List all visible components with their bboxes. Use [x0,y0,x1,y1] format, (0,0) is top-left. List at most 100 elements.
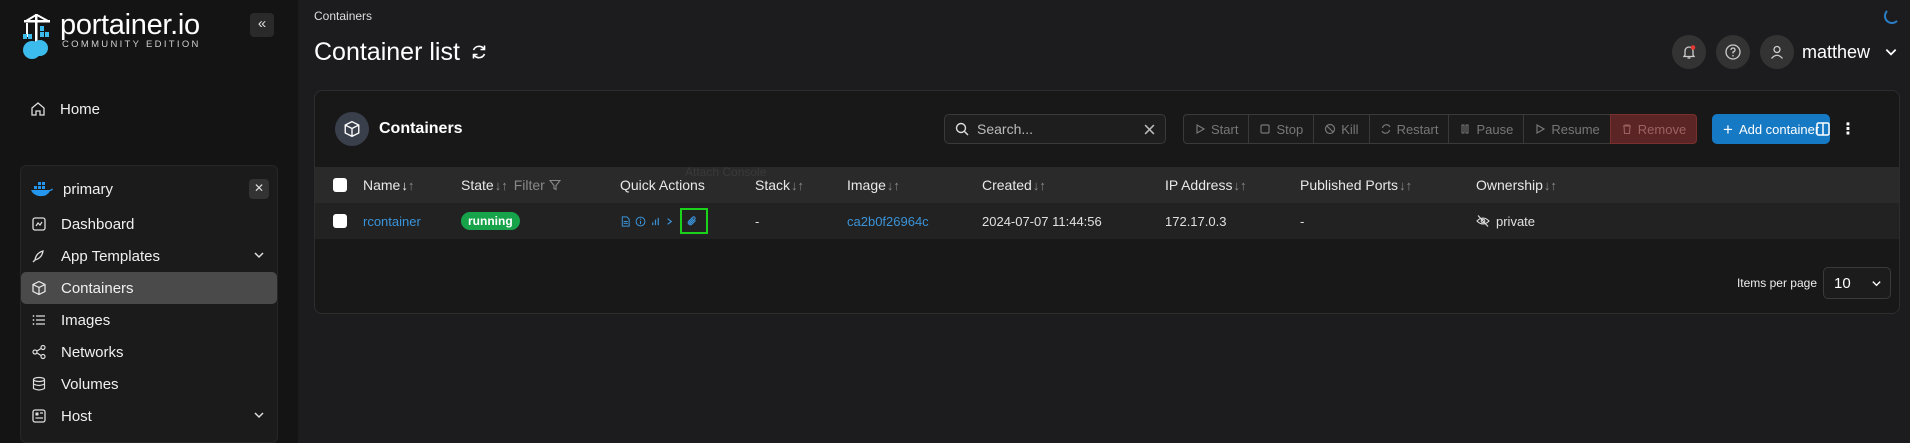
environment-name: primary [63,180,114,198]
help-circle-icon [1725,44,1741,60]
items-per-page-select[interactable]: 10 [1823,267,1891,299]
paperclip-icon [687,216,696,226]
containers-card: Containers Start Stop Kill Restart Pause… [314,90,1900,314]
start-button[interactable]: Start [1183,114,1249,144]
user-name[interactable]: matthew [1802,42,1870,63]
brand-subtitle: COMMUNITY EDITION [62,39,201,50]
container-name-link[interactable]: rcontainer [363,203,421,239]
environment-panel: primary ✕ Dashboard App Templates Contai… [20,165,278,443]
play-icon [1536,123,1546,135]
notifications-button[interactable] [1671,35,1706,69]
search-input[interactable] [977,121,1137,137]
chevron-down-icon[interactable] [1884,45,1898,59]
resume-button[interactable]: Resume [1523,114,1610,144]
logs-icon[interactable] [620,215,631,227]
add-container-button[interactable]: + Add container [1712,114,1831,144]
collapse-sidebar-button[interactable]: « [250,13,274,37]
brand-title: portainer.io [60,9,200,41]
sidebar-item-containers[interactable]: Containers [21,272,277,304]
console-icon[interactable] [665,216,674,227]
environment-header: primary ✕ [21,170,277,208]
more-options-icon[interactable]: ⋮ [1840,119,1856,139]
play-icon [1196,123,1206,135]
sidebar-item-label: Containers [61,279,134,297]
chevron-down-icon [254,252,264,259]
box-icon [32,280,46,296]
restart-button[interactable]: Restart [1368,114,1449,144]
sidebar-item-label: Networks [61,343,124,361]
ownership-cell: private [1476,203,1535,239]
stop-button[interactable]: Stop [1248,114,1314,144]
attach-console-button[interactable] [680,208,708,234]
close-environment-button[interactable]: ✕ [249,179,269,199]
header-image[interactable]: Image ↓↑ [847,167,900,203]
pagination: Items per page 10 [1737,267,1891,299]
loading-spinner-icon [1884,8,1900,24]
share-icon [32,344,46,360]
chevron-down-icon [1872,281,1881,287]
topbar: matthew [1662,35,1898,69]
bulk-actions: Start Stop Kill Restart Pause Resume Rem… [1183,114,1698,144]
sidebar-item-host[interactable]: Host [21,400,277,432]
sidebar-item-home[interactable]: Home [20,93,278,125]
header-state[interactable]: State ↓↑ Filter [461,167,561,203]
status-badge: running [461,212,520,230]
clear-search-icon[interactable] [1144,124,1155,135]
table-row: rcontainer running - ca2b0f26964c 2024-0… [315,203,1899,239]
header-ports[interactable]: Published Ports ↓↑ [1300,167,1412,203]
header-ownership[interactable]: Ownership ↓↑ [1476,167,1557,203]
sidebar-item-label: Images [61,311,111,329]
eye-off-icon [1476,215,1490,227]
image-link[interactable]: ca2b0f26964c [847,203,929,239]
header-name[interactable]: Name ↓↑ [363,167,414,203]
list-icon [32,315,45,325]
ip-cell: 172.17.0.3 [1165,213,1227,229]
tooltip: Attach Console [685,165,767,179]
docker-icon [31,182,53,197]
sidebar-item-dashboard[interactable]: Dashboard [21,208,277,240]
breadcrumb[interactable]: Containers [314,9,1898,23]
page-title: Container list [314,37,460,66]
kill-button[interactable]: Kill [1313,114,1369,144]
remove-button[interactable]: Remove [1609,114,1698,144]
sidebar-item-label: Volumes [61,375,119,393]
pause-icon [1461,124,1469,134]
refresh-icon[interactable] [470,43,488,61]
state-filter[interactable]: Filter [514,177,561,193]
table-header: Name ↓↑ State ↓↑ Filter Quick Actions Stac… [315,167,1899,203]
bell-icon [1682,45,1696,59]
sidebar-item-label: Dashboard [61,215,135,233]
search-box[interactable] [944,114,1166,144]
filter-icon [548,179,561,191]
header-ip[interactable]: IP Address ↓↑ [1165,167,1246,203]
ban-icon [1325,123,1336,135]
info-icon[interactable] [635,216,646,227]
sidebar-item-app-templates[interactable]: App Templates [21,240,277,272]
box-icon [335,112,369,146]
trash-icon [1622,124,1631,135]
select-all-checkbox[interactable] [333,178,347,192]
dashboard-icon [32,217,46,231]
card-header: Containers Start Stop Kill Restart Pause… [315,91,1899,167]
pause-button[interactable]: Pause [1448,114,1524,144]
chevron-down-icon [254,412,264,419]
sidebar-item-label: Home [60,100,101,118]
sidebar-item-images[interactable]: Images [21,304,277,336]
main-content: Containers Container list matthew Contai… [298,0,1910,443]
items-per-page-label: Items per page [1736,276,1817,290]
header-created[interactable]: Created ↓↑ [982,167,1046,203]
quick-actions [620,203,708,239]
refresh-icon [1381,124,1391,134]
sidebar-item-volumes[interactable]: Volumes [21,368,277,400]
user-avatar[interactable] [1759,35,1794,69]
row-checkbox[interactable] [333,214,347,228]
database-icon [32,376,46,391]
brand-logo[interactable]: portainer.io COMMUNITY EDITION [20,10,278,65]
help-button[interactable] [1715,35,1750,69]
sidebar-item-networks[interactable]: Networks [21,336,277,368]
columns-icon[interactable] [1815,121,1831,137]
rocket-icon [32,250,44,263]
portainer-logo-icon [23,14,50,59]
server-icon [32,409,46,423]
stats-icon[interactable] [650,216,661,227]
